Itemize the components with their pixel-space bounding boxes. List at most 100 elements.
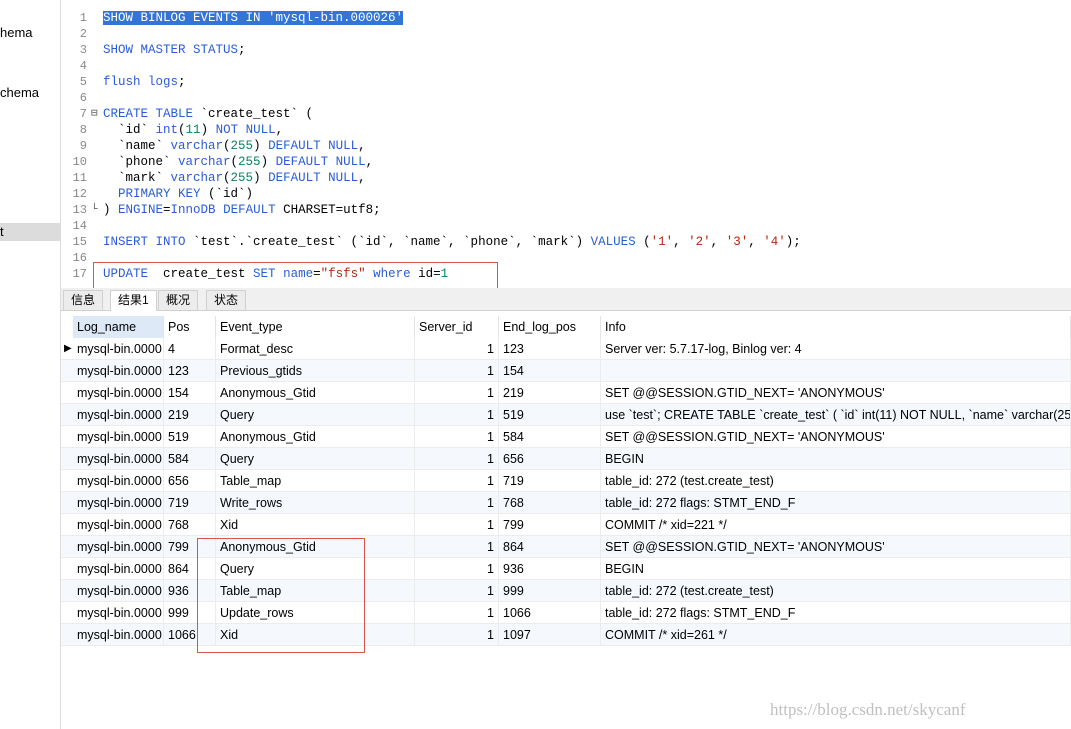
- cell-info[interactable]: table_id: 272 (test.create_test): [601, 580, 1071, 601]
- cell-server-id[interactable]: 1: [415, 426, 499, 447]
- code-line[interactable]: 14: [61, 218, 1071, 234]
- cell-server-id[interactable]: 1: [415, 338, 499, 359]
- cell-pos[interactable]: 4: [164, 338, 216, 359]
- cell-pos[interactable]: 123: [164, 360, 216, 381]
- code-line[interactable]: 10 `phone` varchar(255) DEFAULT NULL,: [61, 154, 1071, 170]
- result-grid[interactable]: Log_name Pos Event_type Server_id End_lo…: [61, 311, 1071, 729]
- cell-server-id[interactable]: 1: [415, 580, 499, 601]
- cell-server-id[interactable]: 1: [415, 360, 499, 381]
- cell-log-name[interactable]: mysql-bin.0000: [73, 470, 164, 491]
- cell-event-type[interactable]: Query: [216, 448, 415, 469]
- table-row[interactable]: ▶ mysql-bin.0000 4 Format_desc 1 123 Server ve…: [61, 338, 1071, 360]
- code-line[interactable]: 4: [61, 58, 1071, 74]
- column-header-info[interactable]: Info: [601, 316, 1071, 338]
- cell-end-log-pos[interactable]: 1066: [499, 602, 601, 623]
- column-header-pos[interactable]: Pos: [164, 316, 216, 338]
- cell-event-type[interactable]: Query: [216, 404, 415, 425]
- cell-log-name[interactable]: mysql-bin.0000: [73, 404, 164, 425]
- code-line[interactable]: 8 `id` int(11) NOT NULL,: [61, 122, 1071, 138]
- cell-log-name[interactable]: mysql-bin.0000: [73, 536, 164, 557]
- cell-info[interactable]: SET @@SESSION.GTID_NEXT= 'ANONYMOUS': [601, 426, 1071, 447]
- cell-server-id[interactable]: 1: [415, 448, 499, 469]
- cell-end-log-pos[interactable]: 123: [499, 338, 601, 359]
- cell-end-log-pos[interactable]: 936: [499, 558, 601, 579]
- cell-info[interactable]: COMMIT /* xid=261 */: [601, 624, 1071, 645]
- code-line[interactable]: 13 └) ENGINE=InnoDB DEFAULT CHARSET=utf8;: [61, 202, 1071, 218]
- cell-pos[interactable]: 519: [164, 426, 216, 447]
- table-row[interactable]: mysql-bin.0000 719 Write_rows 1 768 table_id:…: [61, 492, 1071, 514]
- code-line[interactable]: 12 PRIMARY KEY (`id`): [61, 186, 1071, 202]
- cell-pos[interactable]: 768: [164, 514, 216, 535]
- cell-event-type[interactable]: Anonymous_Gtid: [216, 426, 415, 447]
- tab-profile[interactable]: 概况: [158, 290, 199, 310]
- code-line[interactable]: 15 INSERT INTO `test`.`create_test` (`id`…: [61, 234, 1071, 250]
- tree-item-schema-1[interactable]: hema: [0, 25, 33, 40]
- cell-server-id[interactable]: 1: [415, 536, 499, 557]
- cell-end-log-pos[interactable]: 219: [499, 382, 601, 403]
- cell-event-type[interactable]: Xid: [216, 514, 415, 535]
- cell-end-log-pos[interactable]: 864: [499, 536, 601, 557]
- cell-event-type[interactable]: Table_map: [216, 470, 415, 491]
- code-line[interactable]: 5 flush logs;: [61, 74, 1071, 90]
- tree-item-selected[interactable]: t: [0, 223, 60, 241]
- table-row[interactable]: mysql-bin.0000 154 Anonymous_Gtid 1 219 SET @…: [61, 382, 1071, 404]
- cell-end-log-pos[interactable]: 999: [499, 580, 601, 601]
- fold-marker-icon[interactable]: ⊟: [91, 106, 98, 122]
- tab-info[interactable]: 信息: [63, 290, 104, 310]
- fold-marker-icon[interactable]: └: [91, 202, 98, 218]
- code-line[interactable]: 2: [61, 26, 1071, 42]
- table-row[interactable]: mysql-bin.0000 656 Table_map 1 719 table_id: …: [61, 470, 1071, 492]
- tab-result1[interactable]: 结果1: [110, 290, 157, 311]
- column-header-log-name[interactable]: Log_name: [73, 316, 164, 338]
- cell-log-name[interactable]: mysql-bin.0000: [73, 624, 164, 645]
- cell-info[interactable]: SET @@SESSION.GTID_NEXT= 'ANONYMOUS': [601, 382, 1071, 403]
- code-line[interactable]: 6: [61, 90, 1071, 106]
- table-row[interactable]: mysql-bin.0000 584 Query 1 656 BEGIN: [61, 448, 1071, 470]
- cell-info[interactable]: table_id: 272 (test.create_test): [601, 470, 1071, 491]
- code-line[interactable]: 7 ⊟ CREATE TABLE `create_test` (: [61, 106, 1071, 122]
- cell-server-id[interactable]: 1: [415, 624, 499, 645]
- column-header-end-log-pos[interactable]: End_log_pos: [499, 316, 601, 338]
- cell-event-type[interactable]: Previous_gtids: [216, 360, 415, 381]
- cell-server-id[interactable]: 1: [415, 382, 499, 403]
- cell-pos[interactable]: 219: [164, 404, 216, 425]
- cell-log-name[interactable]: mysql-bin.0000: [73, 448, 164, 469]
- table-row[interactable]: mysql-bin.0000 123 Previous_gtids 1 154: [61, 360, 1071, 382]
- cell-log-name[interactable]: mysql-bin.0000: [73, 514, 164, 535]
- cell-pos[interactable]: 584: [164, 448, 216, 469]
- cell-log-name[interactable]: mysql-bin.0000: [73, 492, 164, 513]
- cell-event-type[interactable]: Write_rows: [216, 492, 415, 513]
- cell-end-log-pos[interactable]: 719: [499, 470, 601, 491]
- cell-log-name[interactable]: mysql-bin.0000: [73, 382, 164, 403]
- tab-status[interactable]: 状态: [206, 290, 247, 310]
- cell-log-name[interactable]: mysql-bin.0000: [73, 338, 164, 359]
- cell-event-type[interactable]: Format_desc: [216, 338, 415, 359]
- cell-end-log-pos[interactable]: 656: [499, 448, 601, 469]
- column-header-event-type[interactable]: Event_type: [216, 316, 415, 338]
- cell-info[interactable]: table_id: 272 flags: STMT_END_F: [601, 492, 1071, 513]
- cell-pos[interactable]: 656: [164, 470, 216, 491]
- code-line[interactable]: 11 `mark` varchar(255) DEFAULT NULL,: [61, 170, 1071, 186]
- column-header-server-id[interactable]: Server_id: [415, 316, 499, 338]
- cell-info[interactable]: COMMIT /* xid=221 */: [601, 514, 1071, 535]
- cell-log-name[interactable]: mysql-bin.0000: [73, 580, 164, 601]
- cell-event-type[interactable]: Anonymous_Gtid: [216, 382, 415, 403]
- cell-end-log-pos[interactable]: 799: [499, 514, 601, 535]
- cell-end-log-pos[interactable]: 154: [499, 360, 601, 381]
- cell-log-name[interactable]: mysql-bin.0000: [73, 558, 164, 579]
- cell-server-id[interactable]: 1: [415, 558, 499, 579]
- cell-info[interactable]: BEGIN: [601, 448, 1071, 469]
- cell-info[interactable]: Server ver: 5.7.17-log, Binlog ver: 4: [601, 338, 1071, 359]
- table-row[interactable]: mysql-bin.0000 519 Anonymous_Gtid 1 584 SET @…: [61, 426, 1071, 448]
- cell-info[interactable]: use `test`; CREATE TABLE `create_test` (…: [601, 404, 1071, 425]
- cell-end-log-pos[interactable]: 1097: [499, 624, 601, 645]
- tree-item-schema-2[interactable]: chema: [0, 85, 39, 100]
- cell-server-id[interactable]: 1: [415, 404, 499, 425]
- cell-info[interactable]: [601, 360, 1071, 381]
- cell-server-id[interactable]: 1: [415, 602, 499, 623]
- cell-server-id[interactable]: 1: [415, 470, 499, 491]
- cell-pos[interactable]: 719: [164, 492, 216, 513]
- cell-server-id[interactable]: 1: [415, 492, 499, 513]
- code-line[interactable]: 9 `name` varchar(255) DEFAULT NULL,: [61, 138, 1071, 154]
- cell-end-log-pos[interactable]: 768: [499, 492, 601, 513]
